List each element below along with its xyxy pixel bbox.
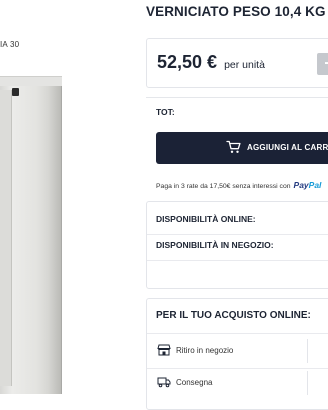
- divider: [146, 97, 328, 98]
- cabinet-top: [0, 76, 62, 86]
- divider: [147, 368, 328, 369]
- price-unit: per unità: [224, 59, 265, 71]
- availability-store: DISPONIBILITÀ IN NEGOZIO:: [156, 240, 274, 250]
- truck-icon: [157, 377, 171, 388]
- divider: [307, 371, 308, 395]
- cabinet-shadow: [48, 86, 62, 394]
- divider: [147, 234, 328, 235]
- price: 52,50 € per unità: [157, 52, 265, 73]
- purchase-title: PER IL TUO ACQUISTO ONLINE:: [156, 310, 311, 321]
- cabinet-door: [0, 90, 12, 386]
- store-icon: [157, 344, 171, 356]
- installments-text: Paga in 3 rate da 17,50€ senza interessi…: [156, 183, 291, 190]
- add-to-cart-button[interactable]: AGGIUNGI AL CARRE: [156, 132, 328, 164]
- installments-info: Paga in 3 rate da 17,50€ senza interessi…: [156, 180, 321, 190]
- quantity-decrease-button[interactable]: -: [317, 53, 328, 75]
- cabinet-handle: [12, 88, 19, 96]
- total-label: TOT:: [156, 107, 175, 117]
- product-image: [0, 76, 62, 394]
- price-value: 52,50 €: [157, 52, 218, 72]
- availability-box: DISPONIBILITÀ ONLINE: DISPONIBILITÀ IN N…: [146, 201, 328, 289]
- divider: [147, 260, 328, 261]
- price-box: 52,50 € per unità -: [146, 38, 328, 88]
- purchase-options-box: PER IL TUO ACQUISTO ONLINE: Ritiro in ne…: [146, 298, 328, 410]
- divider: [147, 333, 328, 334]
- paypal-logo[interactable]: PayPal: [294, 180, 322, 190]
- availability-online: DISPONIBILITÀ ONLINE:: [156, 214, 256, 224]
- option-label: Consegna: [176, 378, 213, 387]
- option-label: Ritiro in negozio: [176, 346, 234, 355]
- divider: [307, 339, 308, 363]
- add-to-cart-label: AGGIUNGI AL CARRE: [247, 143, 328, 152]
- cart-icon: [226, 140, 241, 153]
- product-title: VERNICIATO PESO 10,4 KG: [146, 4, 326, 19]
- breadcrumb[interactable]: IA 30: [0, 40, 19, 49]
